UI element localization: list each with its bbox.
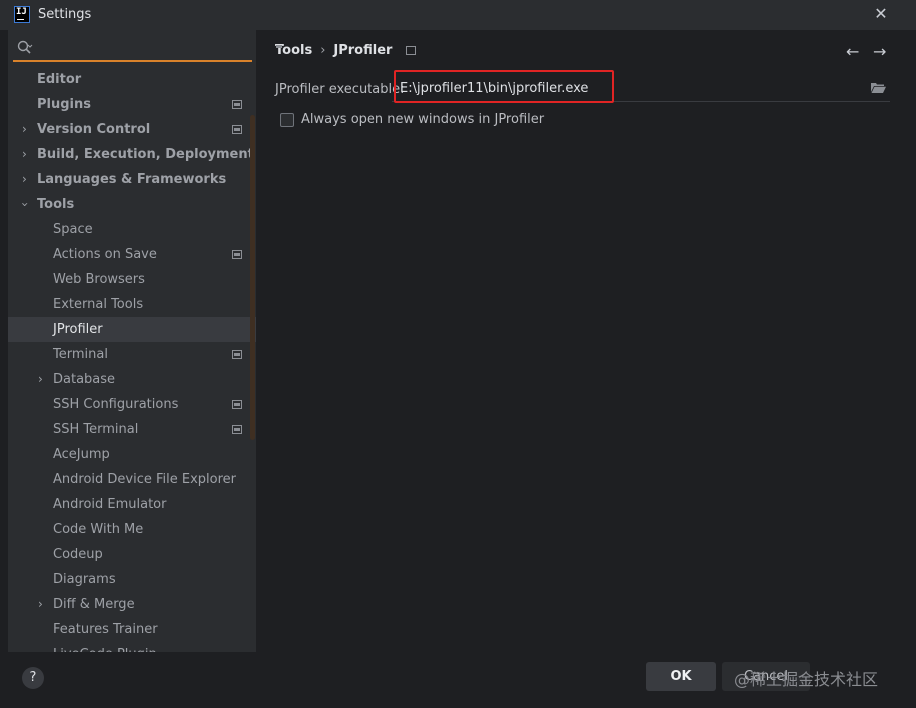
sidebar-item-label: Actions on Save bbox=[53, 247, 157, 262]
sidebar-item-label: Features Trainer bbox=[53, 622, 158, 637]
breadcrumb-separator: › bbox=[320, 43, 326, 58]
project-level-icon bbox=[232, 250, 242, 259]
sidebar-item[interactable]: Codeup bbox=[8, 542, 256, 567]
executable-field bbox=[392, 72, 890, 102]
help-icon[interactable]: ? bbox=[22, 667, 44, 689]
chevron-right-icon[interactable]: › bbox=[22, 117, 27, 142]
folder-browse-icon[interactable] bbox=[871, 82, 886, 93]
project-level-icon bbox=[406, 46, 417, 55]
sidebar-item[interactable]: SSH Terminal bbox=[8, 417, 256, 442]
forward-arrow-icon[interactable]: → bbox=[873, 42, 886, 61]
sidebar-item-label: Diff & Merge bbox=[53, 597, 135, 612]
sidebar-item-label: Version Control bbox=[37, 122, 151, 137]
sidebar-item-label: AceJump bbox=[53, 447, 110, 462]
project-level-icon bbox=[232, 425, 242, 434]
sidebar-item[interactable]: Editor bbox=[8, 67, 256, 92]
sidebar-item[interactable]: › Diff & Merge bbox=[8, 592, 256, 617]
sidebar-item-label: JProfiler bbox=[53, 322, 103, 337]
sidebar-item-label: SSH Terminal bbox=[53, 422, 139, 437]
sidebar-item[interactable]: Code With Me bbox=[8, 517, 256, 542]
always-open-checkbox-label: Always open new windows in JProfiler bbox=[301, 112, 545, 127]
sidebar-item-label: Build, Execution, Deployment bbox=[37, 147, 254, 162]
sidebar-item[interactable]: Web Browsers bbox=[8, 267, 256, 292]
back-arrow-icon[interactable]: ← bbox=[846, 42, 859, 61]
sidebar-item[interactable]: JProfiler bbox=[8, 317, 256, 342]
sidebar-item[interactable]: LiveCode Plugin bbox=[8, 642, 256, 652]
sidebar-item[interactable]: Android Device File Explorer bbox=[8, 467, 256, 492]
sidebar-item-label: Terminal bbox=[53, 347, 108, 362]
sidebar-scrollbar[interactable] bbox=[250, 115, 255, 440]
project-level-icon bbox=[232, 350, 242, 359]
sidebar-item[interactable]: AceJump bbox=[8, 442, 256, 467]
title-bar: IJ Settings ✕ bbox=[0, 0, 916, 30]
sidebar-item-label: Space bbox=[53, 222, 93, 237]
cancel-button[interactable]: Cancel bbox=[722, 662, 810, 691]
settings-sidebar: Editor Plugins › Version Control › Build, Exe… bbox=[8, 30, 256, 652]
dialog-footer: ? OK Cancel @稀土掘金技术社区 bbox=[0, 652, 916, 708]
breadcrumb: Tools › JProfiler bbox=[275, 43, 417, 58]
sidebar-item-label: Android Device File Explorer bbox=[53, 472, 236, 487]
sidebar-item[interactable]: Diagrams bbox=[8, 567, 256, 592]
sidebar-item-label: Android Emulator bbox=[53, 497, 167, 512]
project-level-icon bbox=[232, 400, 242, 409]
sidebar-item-label: Tools bbox=[37, 197, 75, 212]
sidebar-item-label: Codeup bbox=[53, 547, 103, 562]
sidebar-item[interactable]: › Tools bbox=[8, 192, 256, 217]
intellij-app-icon: IJ bbox=[14, 6, 30, 23]
chevron-right-icon[interactable]: › bbox=[22, 142, 27, 167]
sidebar-item[interactable]: SSH Configurations bbox=[8, 392, 256, 417]
sidebar-item[interactable]: › Database bbox=[8, 367, 256, 392]
window-title: Settings bbox=[38, 7, 92, 22]
settings-search bbox=[13, 38, 252, 62]
project-level-icon bbox=[232, 100, 242, 109]
sidebar-item[interactable]: Features Trainer bbox=[8, 617, 256, 642]
sidebar-item[interactable]: › Version Control bbox=[8, 117, 256, 142]
ok-button[interactable]: OK bbox=[646, 662, 716, 691]
sidebar-item-label: Plugins bbox=[37, 97, 91, 112]
sidebar-item-label: Editor bbox=[37, 72, 82, 87]
sidebar-item-label: Database bbox=[53, 372, 116, 387]
sidebar-item[interactable]: Space bbox=[8, 217, 256, 242]
chevron-right-icon[interactable]: › bbox=[22, 167, 27, 192]
sidebar-item-label: External Tools bbox=[53, 297, 144, 312]
settings-tree: Editor Plugins › Version Control › Build, Exe… bbox=[8, 67, 256, 652]
always-open-checkbox-row[interactable]: Always open new windows in JProfiler bbox=[280, 112, 544, 127]
search-icon bbox=[17, 40, 33, 54]
sidebar-item-label: Languages & Frameworks bbox=[37, 172, 227, 187]
sidebar-item-label: Diagrams bbox=[53, 572, 116, 587]
sidebar-item[interactable]: Actions on Save bbox=[8, 242, 256, 267]
sidebar-item[interactable]: Android Emulator bbox=[8, 492, 256, 517]
close-icon[interactable]: ✕ bbox=[872, 5, 890, 23]
project-level-icon bbox=[232, 125, 242, 134]
chevron-right-icon[interactable]: › bbox=[38, 367, 43, 392]
executable-label: JProfiler executable: bbox=[275, 82, 405, 97]
search-input[interactable] bbox=[37, 39, 247, 59]
always-open-checkbox[interactable] bbox=[280, 112, 294, 127]
chevron-right-icon[interactable]: › bbox=[38, 592, 43, 617]
sidebar-item-label: Code With Me bbox=[53, 522, 144, 537]
sidebar-item-label: SSH Configurations bbox=[53, 397, 179, 412]
chevron-down-icon[interactable]: › bbox=[12, 202, 37, 207]
sidebar-item[interactable]: Terminal bbox=[8, 342, 256, 367]
sidebar-item-label: Web Browsers bbox=[53, 272, 145, 287]
sidebar-item[interactable]: Plugins bbox=[8, 92, 256, 117]
breadcrumb-current: JProfiler bbox=[333, 43, 393, 58]
settings-content: Tools › JProfiler ← → JProfiler executab… bbox=[256, 30, 916, 652]
sidebar-item[interactable]: › Build, Execution, Deployment bbox=[8, 142, 256, 167]
sidebar-item-label: LiveCode Plugin bbox=[53, 642, 157, 652]
executable-path-input[interactable] bbox=[400, 78, 840, 98]
sidebar-item[interactable]: › Languages & Frameworks bbox=[8, 167, 256, 192]
sidebar-item[interactable]: External Tools bbox=[8, 292, 256, 317]
